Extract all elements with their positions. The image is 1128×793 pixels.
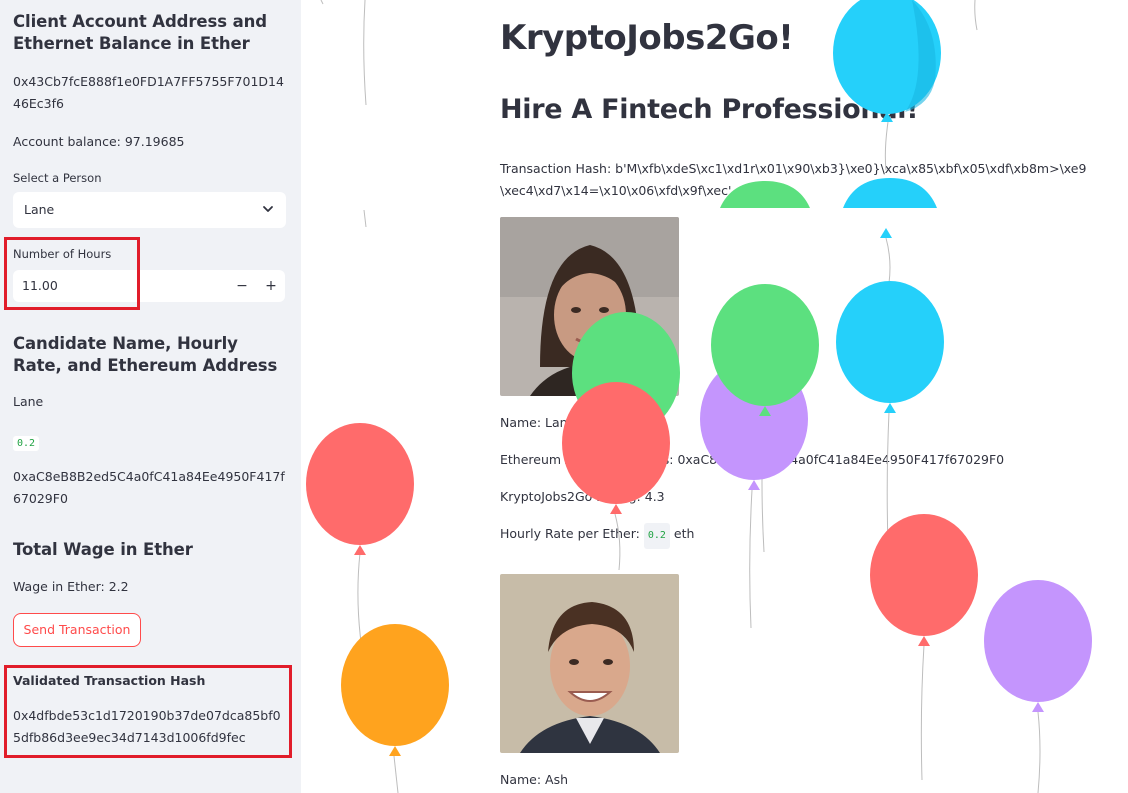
rate-value: 0.2 <box>643 523 670 549</box>
select-person-label: Select a Person <box>13 171 102 185</box>
candidate-name-ash: Name: Ash <box>500 772 569 787</box>
highlight-box-hours <box>4 237 140 310</box>
account-header: Client Account Address and Ethernet Bala… <box>13 12 267 53</box>
candidate-photo-ash <box>500 574 679 753</box>
candidate-rate: 0.2 <box>13 436 40 451</box>
candidate-rating-lane: KryptoJobs2Go Rating: 4.3 <box>500 489 665 504</box>
transaction-hash: Transaction Hash: b'M\xfb\xdeS\xc1\xd1r\… <box>500 161 1087 198</box>
person-select[interactable]: Lane <box>13 192 286 228</box>
account-balance: Account balance: 97.19685 <box>13 134 185 149</box>
rate-prefix: Hourly Rate per Ether: <box>500 526 640 541</box>
highlight-box-hash <box>4 665 292 758</box>
selected-person: Lane <box>24 202 55 217</box>
candidate-address: 0xaC8eB8B2ed5C4a0fC41a84Ee4950F417f67029… <box>13 469 285 506</box>
rate-suffix: eth <box>673 526 695 541</box>
page-subtitle: Hire A Fintech Professional! <box>500 94 919 125</box>
increment-button[interactable]: + <box>260 275 282 297</box>
candidate-header: Candidate Name, Hourly Rate, and Ethereu… <box>13 334 278 375</box>
candidate-photo-lane <box>500 217 679 396</box>
decrement-button[interactable]: − <box>231 275 253 297</box>
candidate-eth-address-lane: Ethereum Account Address: 0xaC8eB8B2ed5C… <box>500 452 1005 467</box>
candidate-rate-lane: Hourly Rate per Ether: 0.2 eth <box>500 523 694 549</box>
client-address: 0x43Cb7fcE888f1e0FD1A7FF5755F701D1446Ec3… <box>13 74 284 111</box>
send-transaction-button[interactable]: Send Transaction <box>13 613 141 647</box>
candidate-name-lane: Name: Lane <box>500 415 576 430</box>
wage-text: Wage in Ether: 2.2 <box>13 579 129 594</box>
page-title: KryptoJobs2Go! <box>500 18 794 58</box>
candidate-name: Lane <box>13 394 44 409</box>
chevron-down-icon <box>263 206 273 212</box>
main-content: KryptoJobs2Go! Hire A Fintech Profession… <box>301 0 1128 793</box>
wage-header: Total Wage in Ether <box>13 540 193 559</box>
